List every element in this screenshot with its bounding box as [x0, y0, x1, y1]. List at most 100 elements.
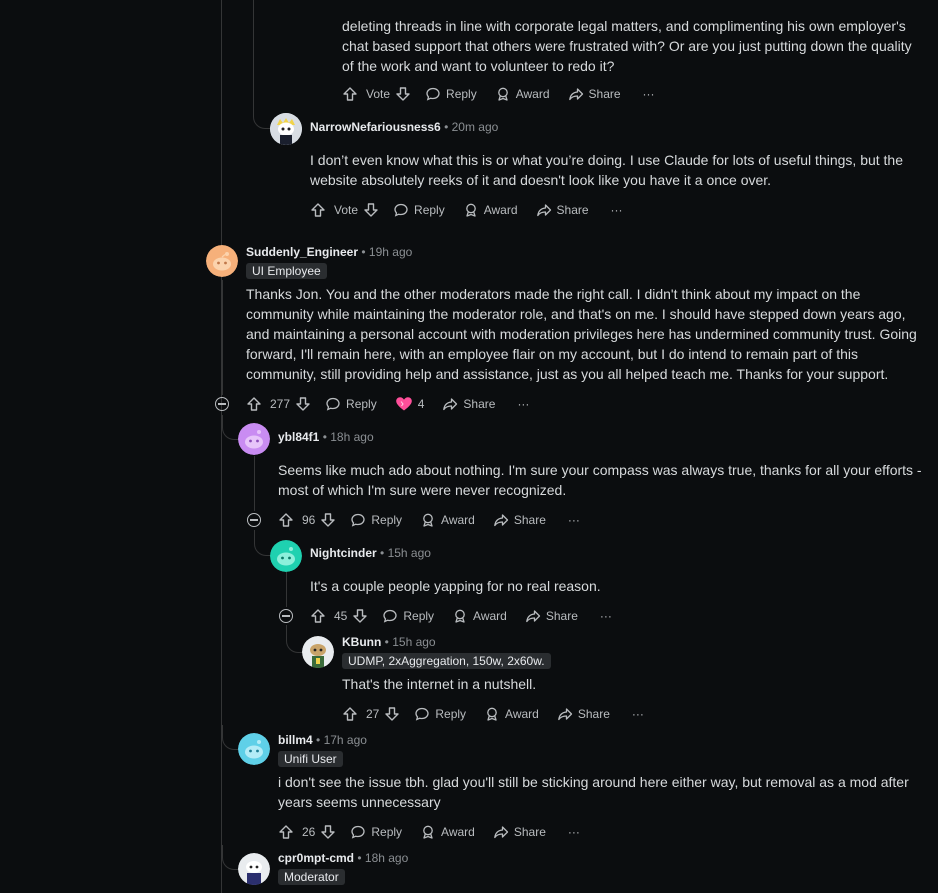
- avatar[interactable]: [238, 733, 270, 765]
- snoo-avatar-icon: [238, 423, 270, 455]
- upvote-button[interactable]: [342, 86, 358, 102]
- reply-icon: [394, 203, 408, 217]
- share-button[interactable]: Share: [536, 202, 589, 218]
- downvote-icon: [321, 825, 336, 839]
- collapse-thread-button[interactable]: [247, 513, 261, 527]
- reply-button[interactable]: Reply: [350, 824, 402, 840]
- user-flair: UI Employee: [246, 263, 327, 279]
- more-options-button[interactable]: ···: [568, 513, 580, 527]
- comment-body: Seems like much ado about nothing. I'm s…: [278, 462, 922, 498]
- comment-actions: 45 Reply Award Share ···: [310, 602, 612, 630]
- share-icon: [443, 398, 458, 411]
- upvote-button[interactable]: [310, 608, 326, 624]
- comment-meta: Suddenly_Engineer • 19h ago: [246, 245, 413, 259]
- share-button[interactable]: Share: [525, 608, 578, 624]
- vote-score: 27: [366, 707, 380, 721]
- downvote-icon: [396, 87, 410, 101]
- username[interactable]: billm4: [278, 733, 313, 747]
- upvote-button[interactable]: [278, 824, 294, 840]
- award-icon: [465, 203, 476, 217]
- comment-body: That's the internet in a nutshell.: [342, 676, 537, 692]
- comment-meta: cpr0mpt-cmd • 18h ago: [278, 851, 409, 865]
- comment-actions: 27 Reply Award Share ···: [342, 700, 644, 728]
- snoo-avatar-icon: [270, 113, 302, 145]
- award-button[interactable]: Award: [420, 512, 475, 528]
- downvote-button[interactable]: [320, 824, 336, 840]
- comment-body: i don't see the issue tbh. glad you'll s…: [278, 774, 909, 810]
- upvote-button[interactable]: [246, 396, 262, 412]
- comment-body: Thanks Jon. You and the other moderators…: [246, 286, 917, 382]
- downvote-button[interactable]: [295, 396, 311, 412]
- award-button[interactable]: 4: [395, 396, 424, 412]
- more-options-button[interactable]: ···: [568, 825, 580, 839]
- more-options-button[interactable]: ···: [632, 707, 644, 721]
- downvote-button[interactable]: [352, 608, 368, 624]
- share-button[interactable]: Share: [493, 824, 546, 840]
- username[interactable]: KBunn: [342, 635, 381, 649]
- award-button[interactable]: Award: [484, 706, 539, 722]
- avatar[interactable]: [206, 245, 238, 277]
- reply-button[interactable]: Reply: [425, 86, 477, 102]
- username[interactable]: cpr0mpt-cmd: [278, 851, 354, 865]
- downvote-button[interactable]: [363, 202, 379, 218]
- more-options-button[interactable]: ···: [600, 609, 612, 623]
- share-icon: [568, 88, 583, 101]
- share-button[interactable]: Share: [557, 706, 610, 722]
- avatar[interactable]: [270, 113, 302, 145]
- award-button[interactable]: Award: [495, 86, 550, 102]
- downvote-icon: [321, 513, 336, 527]
- share-button[interactable]: Share: [442, 396, 495, 412]
- username[interactable]: Nightcinder: [310, 546, 377, 560]
- award-button[interactable]: Award: [463, 202, 518, 218]
- collapse-thread-button[interactable]: [215, 397, 229, 411]
- upvote-icon: [343, 707, 357, 721]
- vote-score: 26: [302, 825, 316, 839]
- share-icon: [493, 514, 508, 527]
- comment-actions: 96 Reply Award Share ···: [278, 506, 580, 534]
- share-button[interactable]: Share: [493, 512, 546, 528]
- upvote-button[interactable]: [278, 512, 294, 528]
- username[interactable]: NarrowNefariousness6: [310, 120, 441, 134]
- vote-score: 45: [334, 609, 348, 623]
- award-icon: [455, 609, 465, 623]
- award-button[interactable]: Award: [420, 824, 475, 840]
- share-button[interactable]: Share: [568, 86, 621, 102]
- reply-button[interactable]: Reply: [325, 396, 377, 412]
- username[interactable]: Suddenly_Engineer: [246, 245, 358, 259]
- timestamp: 19h ago: [368, 245, 413, 259]
- reply-button[interactable]: Reply: [350, 512, 402, 528]
- share-icon: [493, 826, 508, 839]
- user-flair: Moderator: [278, 869, 345, 885]
- reply-button[interactable]: Reply: [414, 706, 466, 722]
- more-options-button[interactable]: ···: [517, 397, 529, 411]
- reply-icon: [351, 513, 366, 527]
- username[interactable]: ybl84f1: [278, 430, 319, 444]
- award-button[interactable]: Award: [452, 608, 507, 624]
- comment-meta: Nightcinder • 15h ago: [310, 546, 431, 560]
- comment-body: I don’t even know what this is or what y…: [310, 152, 904, 188]
- thread-line: [253, 0, 254, 115]
- comment-meta: NarrowNefariousness6 • 20m ago: [310, 120, 499, 134]
- avatar[interactable]: [238, 853, 270, 885]
- comment-actions: 26 Reply Award Share ···: [278, 818, 580, 846]
- upvote-icon: [247, 397, 261, 411]
- more-options-button[interactable]: ···: [611, 203, 623, 217]
- upvote-button[interactable]: [310, 202, 326, 218]
- thread-line: [221, 0, 222, 893]
- upvote-button[interactable]: [342, 706, 358, 722]
- award-icon: [423, 513, 433, 527]
- downvote-button[interactable]: [384, 706, 400, 722]
- vote-score: 96: [302, 513, 316, 527]
- downvote-button[interactable]: [395, 86, 411, 102]
- user-flair: Unifi User: [278, 751, 343, 767]
- thread-elbow: [222, 725, 239, 750]
- collapse-thread-button[interactable]: [279, 609, 293, 623]
- more-options-button[interactable]: ···: [643, 87, 655, 101]
- award-icon: [423, 825, 433, 839]
- avatar[interactable]: [238, 423, 270, 455]
- avatar[interactable]: [270, 540, 302, 572]
- downvote-button[interactable]: [320, 512, 336, 528]
- reply-button[interactable]: Reply: [393, 202, 445, 218]
- avatar[interactable]: [302, 636, 334, 668]
- reply-button[interactable]: Reply: [382, 608, 434, 624]
